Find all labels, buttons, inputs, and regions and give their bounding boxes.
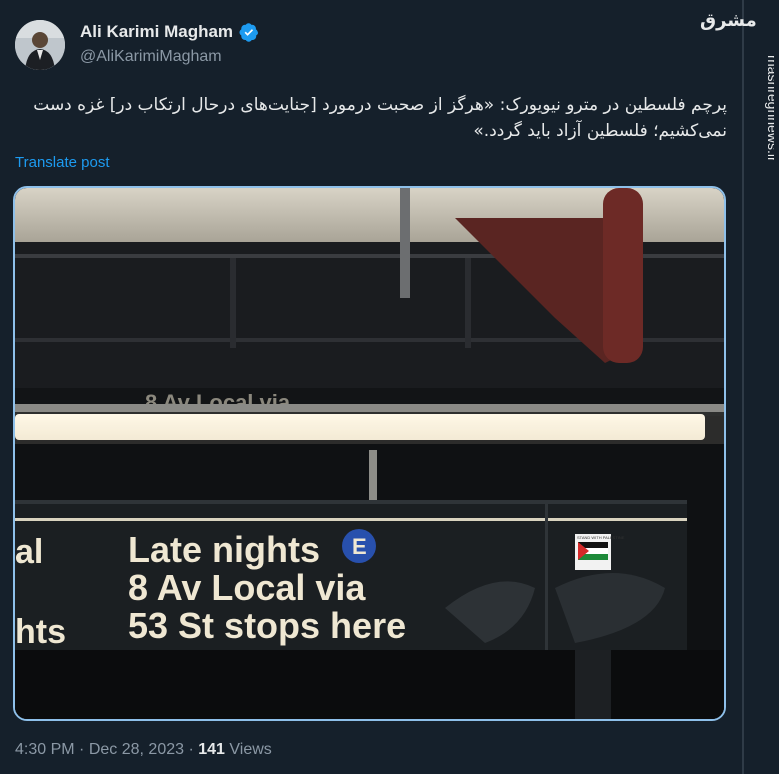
sign-left-fragment-1: al bbox=[15, 533, 43, 571]
sticker-text: STAND WITH PALESTINE bbox=[577, 535, 625, 540]
translate-post-link[interactable]: Translate post bbox=[15, 154, 110, 171]
meta-separator-2: · bbox=[188, 741, 194, 758]
author-handle[interactable]: @AliKarimiMagham bbox=[80, 48, 222, 66]
column-divider bbox=[742, 0, 744, 774]
tweet-post: Ali Karimi Magham @AliKarimiMagham پرچم … bbox=[0, 0, 742, 774]
site-watermark: mashreghnews.ir bbox=[765, 55, 774, 162]
mashregh-logo: مشرق bbox=[700, 10, 757, 31]
sign-line-2: 8 Av Local via bbox=[128, 567, 366, 608]
author-display-name[interactable]: Ali Karimi Magham bbox=[80, 22, 233, 42]
avatar-photo bbox=[15, 20, 65, 70]
verified-badge-icon bbox=[239, 23, 259, 42]
route-e-letter: E bbox=[352, 534, 367, 559]
post-text: پرچم فلسطین در مترو نیویورک: «هرگز از صح… bbox=[33, 95, 727, 141]
avatar[interactable] bbox=[15, 20, 65, 70]
post-time[interactable]: 4:30 PM bbox=[15, 741, 75, 758]
site-watermark-text: mashreghnews.ir bbox=[765, 55, 774, 162]
post-image[interactable]: 8 Av Local via al hts Late nights E 8 Av… bbox=[13, 186, 726, 721]
sign-left-fragment-2: hts bbox=[15, 613, 66, 651]
subway-photo: 8 Av Local via al hts Late nights E 8 Av… bbox=[15, 188, 724, 719]
sign-line-3: 53 St stops here bbox=[128, 605, 406, 646]
post-metadata: 4:30 PM · Dec 28, 2023 · 141 Views bbox=[15, 741, 272, 759]
views-count: 141 bbox=[198, 741, 225, 758]
views-label: Views bbox=[229, 741, 272, 758]
sign-line-1: Late nights bbox=[128, 529, 320, 570]
meta-separator: · bbox=[79, 741, 85, 758]
post-date[interactable]: Dec 28, 2023 bbox=[89, 741, 184, 758]
